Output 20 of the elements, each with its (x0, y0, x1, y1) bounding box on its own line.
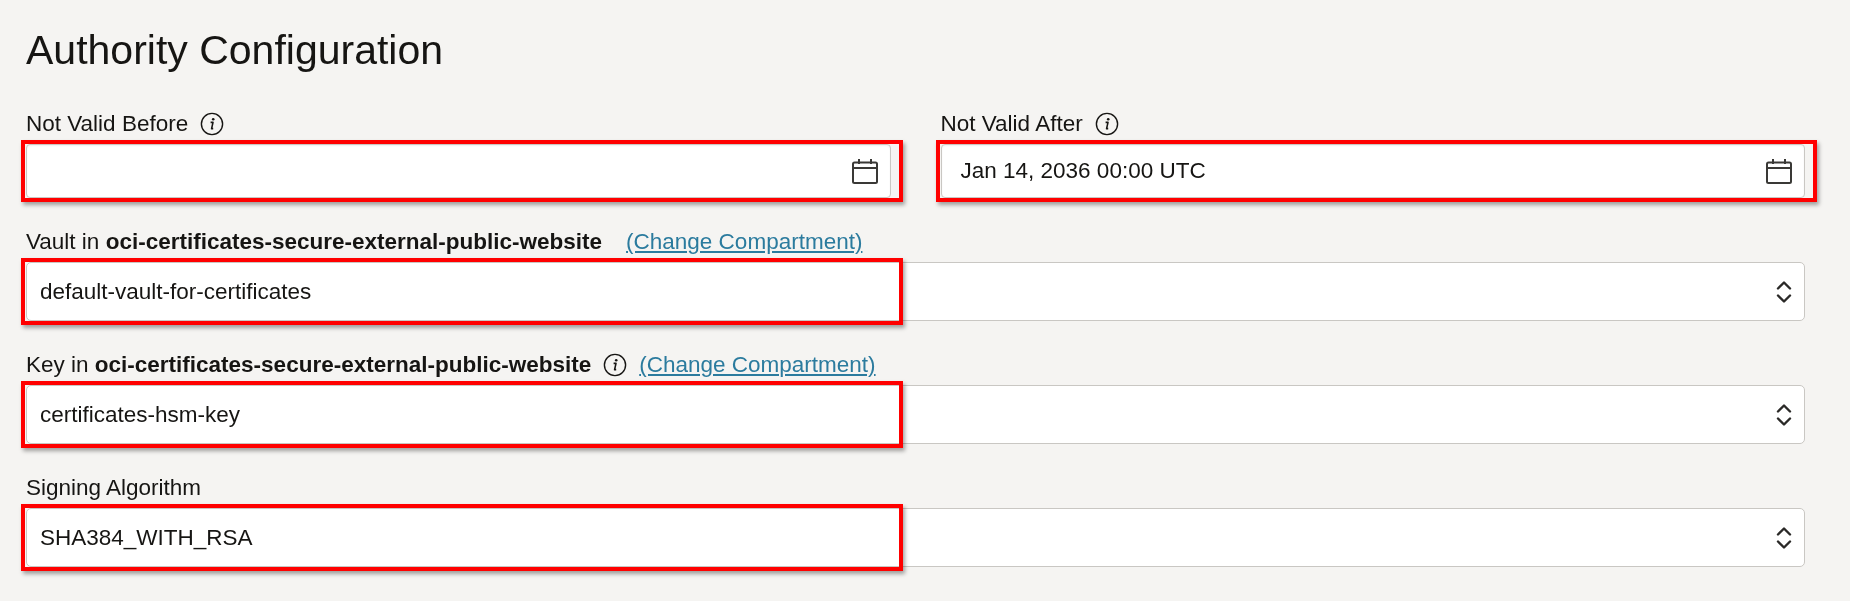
calendar-icon[interactable] (1766, 158, 1792, 184)
section-title: Authority Configuration (26, 26, 444, 74)
up-down-chevron-icon (1776, 278, 1792, 305)
up-down-chevron-icon (1776, 524, 1792, 551)
up-down-chevron-icon (1776, 401, 1792, 428)
field-label: Vault in oci-certificates-secure-external-public-website (26, 228, 603, 255)
select-field[interactable]: default-vault-for-certificates (26, 262, 1805, 321)
info-icon[interactable] (1094, 111, 1119, 136)
field-label: Signing Algorithm (26, 474, 202, 501)
info-icon[interactable] (200, 111, 225, 136)
date-field[interactable]: Jan 14, 2036 00:00 UTC (940, 144, 1805, 198)
change-compartment-link[interactable]: (Change Compartment) (639, 351, 876, 378)
select-field[interactable]: certificates-hsm-key (26, 385, 1805, 444)
change-compartment-link[interactable]: (Change Compartment) (626, 228, 863, 255)
field-label: Not Valid After (940, 110, 1083, 137)
select-field[interactable]: SHA384_WITH_RSA (26, 508, 1805, 567)
field-label: Not Valid Before (26, 110, 189, 137)
info-icon[interactable] (603, 352, 628, 377)
calendar-icon[interactable] (851, 158, 878, 184)
field-label: Key in oci-certificates-secure-external-public-website (26, 351, 592, 378)
